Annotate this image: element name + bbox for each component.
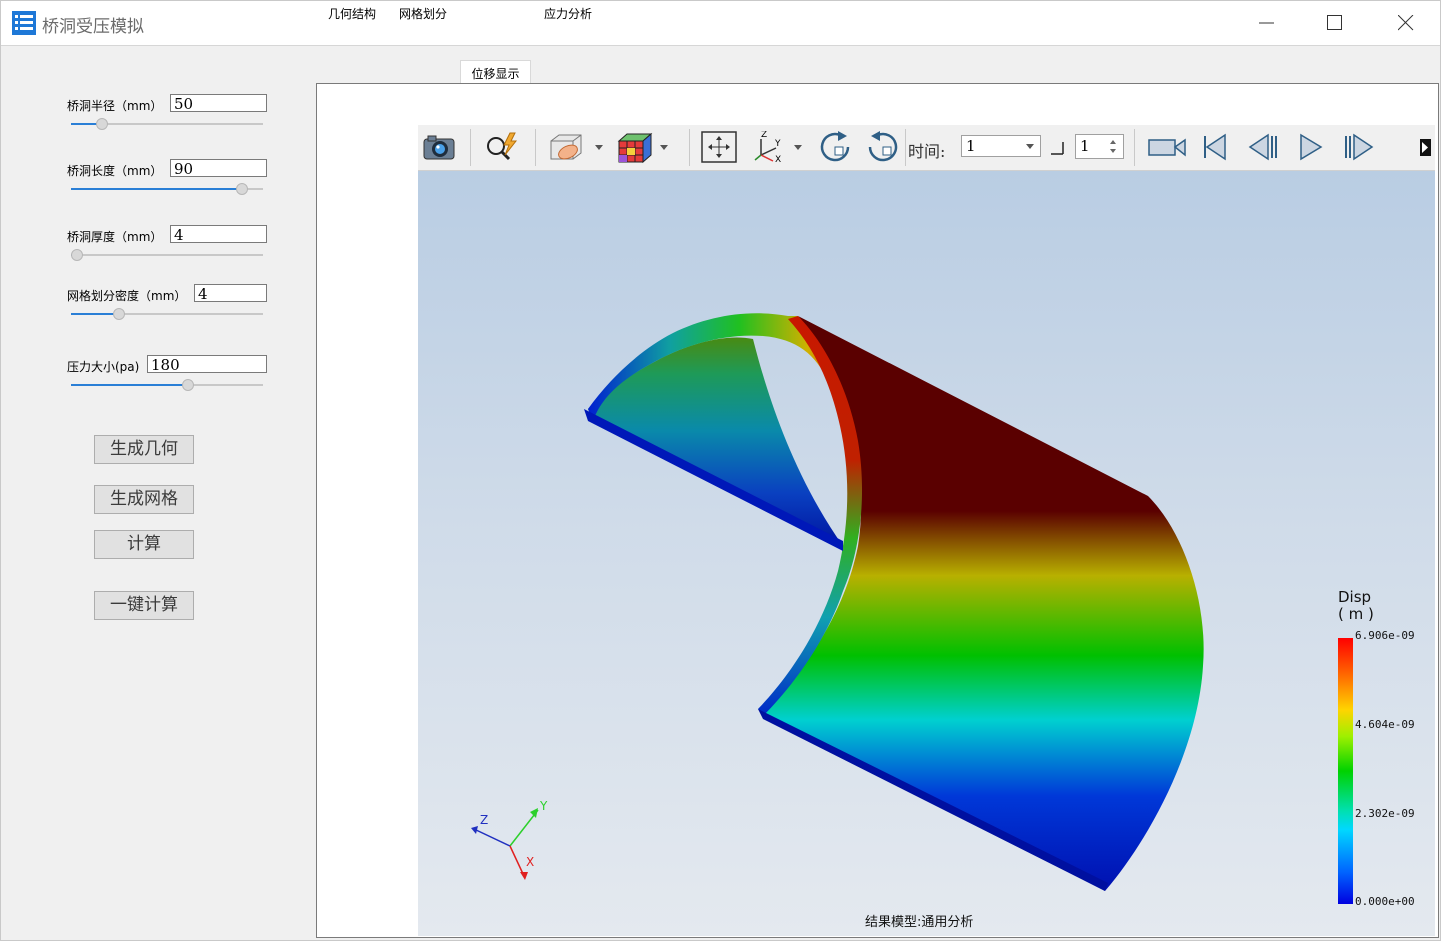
- step-spinbox[interactable]: 1: [1075, 134, 1124, 159]
- thickness-slider[interactable]: [70, 249, 263, 261]
- next-frame-icon: [1345, 133, 1374, 161]
- tab-stress[interactable]: 应力分析: [537, 4, 599, 25]
- rotate-ccw-icon: [868, 131, 898, 162]
- axis-z-label: Z: [480, 813, 488, 827]
- axes-icon: Z Y X: [754, 131, 802, 163]
- chevron-down-icon: [1026, 144, 1034, 149]
- legend-title-text: Disp: [1338, 588, 1372, 606]
- thickness-label: 桥洞厚度（mm）: [67, 230, 163, 244]
- maximize-icon: [1327, 15, 1342, 30]
- screenshot-button[interactable]: [422, 125, 458, 170]
- pressure-label: 压力大小(pa): [67, 360, 140, 374]
- mesh-density-label: 网格划分密度（mm）: [67, 289, 187, 303]
- time-select[interactable]: 1: [961, 135, 1041, 157]
- tunnel-model: [584, 313, 1204, 891]
- legend-tick-2: 4.604e-09: [1355, 718, 1415, 731]
- time-select-value: 1: [966, 137, 976, 155]
- first-frame-icon: [1204, 133, 1226, 161]
- time-label: 时间:: [908, 142, 946, 161]
- first-frame-button[interactable]: [1199, 125, 1235, 170]
- tab-geometry[interactable]: 几何结构: [321, 4, 383, 25]
- length-input[interactable]: 90: [170, 159, 267, 178]
- clip-plane-button[interactable]: [547, 125, 605, 170]
- svg-text:Y: Y: [774, 139, 781, 149]
- rotate-cw-icon: [820, 131, 850, 162]
- pressure-slider[interactable]: [71, 379, 263, 391]
- radius-input[interactable]: 50: [170, 94, 267, 113]
- radius-slider[interactable]: [71, 118, 263, 130]
- rotate-cw-button[interactable]: [818, 125, 854, 170]
- prev-frame-icon: [1248, 133, 1277, 161]
- spin-arrows-icon: [1110, 140, 1116, 153]
- legend-tick-min: 0.000e+00: [1355, 895, 1415, 908]
- generate-mesh-button[interactable]: 生成网格: [94, 485, 194, 514]
- legend-unit: ( m ): [1338, 605, 1374, 623]
- parameter-panel: 桥洞半径（mm） 50 桥洞长度（mm） 90 桥洞厚度（mm） 4 网格划分密…: [1, 46, 310, 940]
- step-spinbox-value: 1: [1080, 137, 1090, 155]
- length-label: 桥洞长度（mm）: [67, 164, 163, 178]
- step-marker-icon: [1051, 142, 1064, 155]
- prev-frame-button[interactable]: [1246, 125, 1282, 170]
- minimize-icon: [1259, 22, 1274, 24]
- radius-label: 桥洞半径（mm）: [67, 99, 163, 113]
- clip-plane-icon: [550, 134, 603, 160]
- axis-y-label: Y: [539, 799, 548, 813]
- mesh-density-input[interactable]: 4: [194, 284, 267, 303]
- legend-title: Disp ( m ): [1338, 589, 1374, 623]
- one-click-compute-button[interactable]: 一键计算: [94, 591, 194, 620]
- toolbar-expand-button[interactable]: [1417, 125, 1435, 170]
- camera-icon: [423, 135, 455, 160]
- generate-geometry-button[interactable]: 生成几何: [94, 435, 194, 464]
- play-button[interactable]: [1295, 125, 1331, 170]
- window-title: 桥洞受压模拟: [42, 17, 144, 37]
- zoom-icon: [487, 132, 518, 161]
- tab-displacement[interactable]: 位移显示: [460, 60, 531, 84]
- svg-text:Z: Z: [761, 131, 767, 140]
- result-model-caption: 结果模型:通用分析: [865, 915, 974, 930]
- close-button[interactable]: [1383, 1, 1429, 45]
- expand-icon: [1420, 139, 1431, 156]
- mesh-display-button[interactable]: [615, 125, 673, 170]
- svg-text:X: X: [775, 155, 781, 163]
- orientation-triad: Y Z X: [471, 799, 548, 880]
- thickness-input[interactable]: 4: [170, 225, 267, 244]
- close-icon: [1398, 15, 1414, 31]
- video-icon: [1148, 138, 1186, 157]
- fit-view-button[interactable]: [701, 125, 737, 170]
- fit-view-icon: [701, 131, 737, 163]
- view-toolbar: Z Y X 时间: 1 1: [418, 125, 1435, 171]
- legend-tick-3: 2.302e-09: [1355, 807, 1415, 820]
- mesh-density-slider[interactable]: [71, 308, 263, 320]
- app-icon: [12, 11, 36, 35]
- legend-color-bar: [1338, 638, 1353, 904]
- axis-x-label: X: [526, 855, 534, 869]
- pressure-input[interactable]: 180: [147, 355, 267, 374]
- play-icon: [1300, 133, 1323, 161]
- tab-mesh[interactable]: 网格划分: [392, 4, 454, 25]
- maximize-button[interactable]: [1312, 1, 1358, 45]
- mesh-cube-icon: [617, 132, 668, 163]
- title-bar: 桥洞受压模拟: [1, 1, 1440, 46]
- legend-tick-max: 6.906e-09: [1355, 629, 1415, 642]
- next-frame-button[interactable]: [1340, 125, 1376, 170]
- rotate-ccw-button[interactable]: [866, 125, 902, 170]
- minimize-button[interactable]: [1244, 1, 1290, 45]
- record-video-button[interactable]: [1147, 125, 1189, 170]
- axes-view-button[interactable]: Z Y X: [751, 125, 809, 170]
- zoom-button[interactable]: [484, 125, 522, 170]
- compute-button[interactable]: 计算: [94, 530, 194, 559]
- length-slider[interactable]: [71, 183, 263, 195]
- main-window: 桥洞受压模拟 桥洞半径（mm） 50 桥洞长度（mm） 90 桥洞厚度（mm） …: [0, 0, 1441, 941]
- displacement-viewport[interactable]: Y Z X Disp ( m ) 6.906e-09 4.604e-09 2.3…: [418, 171, 1435, 936]
